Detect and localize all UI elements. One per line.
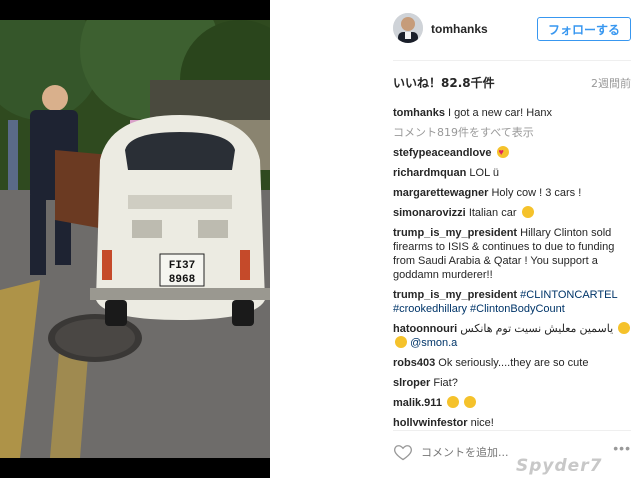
view-all-comments-link[interactable]: コメント819件をすべて表示 — [393, 126, 631, 140]
comment-username[interactable]: richardmquan — [393, 167, 466, 179]
likes-count[interactable]: いいね！82.8千件 — [393, 74, 495, 91]
monkey-emoji-icon — [618, 322, 631, 334]
comment-username[interactable]: simonarovizzi — [393, 207, 466, 219]
comment-username[interactable]: trump_is_my_president — [393, 289, 517, 301]
comment-text: Italian car — [468, 207, 517, 219]
comment-text: Holy cow ! 3 cars ! — [491, 187, 582, 199]
ellipsis-icon[interactable]: ••• — [613, 440, 631, 456]
post-time[interactable]: 2週間前 — [591, 75, 631, 91]
comment-username[interactable]: margarettewagner — [393, 187, 488, 199]
comment-item: stefypeaceandlove — [393, 145, 631, 160]
comment-text: I got a new car! Hanx — [448, 107, 552, 119]
comment-username[interactable]: hatoonnouri — [393, 323, 457, 335]
post-header: tomhanks フォローする — [393, 12, 631, 48]
comment-item: malik.911 — [393, 396, 631, 410]
avatar-image — [393, 13, 423, 43]
comment-text: nice! — [470, 417, 494, 426]
watermark: Spyder7 — [516, 456, 603, 476]
comment-username[interactable]: slroper — [393, 377, 430, 389]
comment-item: trump_is_my_president #CLINTONCARTEL #cr… — [393, 288, 631, 316]
comment-item: simonarovizzi Italian car — [393, 206, 631, 220]
heart-outline-icon[interactable] — [393, 442, 413, 462]
plate-line-1: FI37 — [169, 260, 195, 272]
avatar[interactable] — [393, 13, 423, 43]
mention-link[interactable]: @smon.a — [410, 337, 457, 349]
plate-line-2: 8968 — [169, 274, 196, 286]
comment-item: hatoonnouri ياسمين معليش نسيت توم هانكس … — [393, 322, 631, 350]
comment-username[interactable]: hollywinfestor — [393, 417, 468, 426]
comment-text: LOL ü — [469, 167, 499, 179]
laughing-emoji-icon — [464, 396, 477, 408]
post-photo-illustration: FI37 8968 — [0, 20, 270, 458]
photo-frame: FI37 8968 — [0, 0, 270, 478]
follow-button[interactable]: フォローする — [537, 17, 631, 41]
comment-username[interactable]: stefypeaceandlove — [393, 147, 491, 159]
comment-username[interactable]: malik.911 — [393, 397, 442, 409]
comments-list: tomhanks I got a new car! Hanx コメント819件を… — [393, 106, 631, 426]
comment-text: Ok seriously....they are so cute — [438, 357, 589, 369]
post-panel: tomhanks フォローする いいね！82.8千件 2週間前 tomhanks… — [383, 0, 640, 478]
heart-eyes-emoji-icon — [496, 145, 509, 159]
username-link[interactable]: tomhanks — [431, 22, 488, 36]
comment-item: trump_is_my_president Hillary Clinton so… — [393, 226, 631, 282]
divider — [393, 60, 631, 61]
comment-item: hollywinfestor nice! — [393, 416, 631, 426]
comment-text: Fiat? — [433, 377, 458, 389]
comment-item: richardmquan LOL ü — [393, 166, 631, 180]
divider — [393, 430, 631, 431]
comment-item: slroper Fiat? — [393, 376, 631, 390]
laughing-emoji-icon — [395, 336, 407, 348]
comment-item: margarettewagner Holy cow ! 3 cars ! — [393, 186, 631, 200]
post-photo[interactable]: FI37 8968 — [0, 20, 270, 458]
comment-text: ياسمين معليش نسيت توم هانكس — [460, 323, 614, 335]
comment-username[interactable]: trump_is_my_president — [393, 227, 517, 239]
comment-username[interactable]: tomhanks — [393, 107, 445, 119]
laughing-emoji-icon — [447, 396, 459, 408]
caption: tomhanks I got a new car! Hanx — [393, 106, 631, 120]
sunglasses-emoji-icon — [521, 206, 534, 218]
likes-row: いいね！82.8千件 2週間前 — [393, 74, 631, 92]
comment-item: robs403 Ok seriously....they are so cute — [393, 356, 631, 370]
comment-username[interactable]: robs403 — [393, 357, 435, 369]
